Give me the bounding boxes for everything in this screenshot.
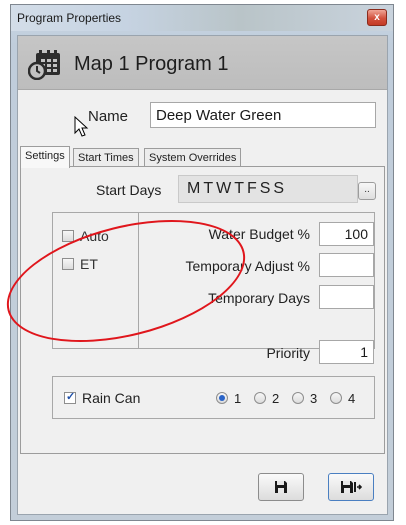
- temporary-adjust-input[interactable]: [319, 253, 374, 277]
- name-label: Name: [88, 108, 129, 125]
- tab-start-times[interactable]: Start Times: [73, 148, 139, 168]
- tab-settings[interactable]: Settings: [20, 146, 70, 168]
- rain-can-radio-3[interactable]: [292, 392, 304, 404]
- rain-can-radio-2[interactable]: [254, 392, 266, 404]
- rain-can-radio-1-label: 1: [234, 391, 242, 406]
- water-budget-input[interactable]: [319, 222, 374, 246]
- program-header: Map 1 Program 1: [18, 36, 387, 90]
- window-title: Program Properties: [17, 11, 122, 25]
- temporary-days-input[interactable]: [319, 285, 374, 309]
- save-button[interactable]: [258, 473, 304, 501]
- tab-system-overrides[interactable]: System Overrides: [144, 148, 242, 168]
- rain-can-radio-4[interactable]: [330, 392, 342, 404]
- calendar-clock-icon: [28, 50, 60, 80]
- rain-can-radio-2-label: 2: [272, 391, 280, 406]
- save-and-close-icon: [341, 481, 363, 493]
- program-title: Map 1 Program 1: [74, 53, 229, 75]
- rain-can-checkbox[interactable]: [64, 390, 76, 404]
- save-and-close-button[interactable]: [328, 473, 374, 501]
- save-icon: [275, 481, 287, 493]
- close-button[interactable]: x: [367, 9, 387, 26]
- dialog-body: Map 1 Program 1 Name Settings Start Time…: [0, 35, 388, 515]
- start-days-picker-button[interactable]: ..: [358, 182, 376, 200]
- rain-can-radio-3-label: 3: [310, 391, 318, 406]
- start-days-label: Start Days: [96, 182, 162, 198]
- rain-can-radio-4-label: 4: [348, 391, 356, 406]
- rain-can-label: Rain Can: [82, 390, 141, 406]
- program-properties-window: Program Properties x Map 1 Program 1 Nam…: [0, 4, 394, 521]
- name-input[interactable]: [150, 102, 376, 128]
- priority-input[interactable]: [319, 340, 374, 364]
- start-days-field: MTWTFSS: [178, 175, 358, 203]
- rain-can-radio-1[interactable]: [216, 392, 228, 404]
- mouse-cursor-icon: [74, 116, 89, 137]
- priority-label: Priority: [266, 345, 310, 361]
- title-bar[interactable]: Program Properties x: [11, 5, 393, 31]
